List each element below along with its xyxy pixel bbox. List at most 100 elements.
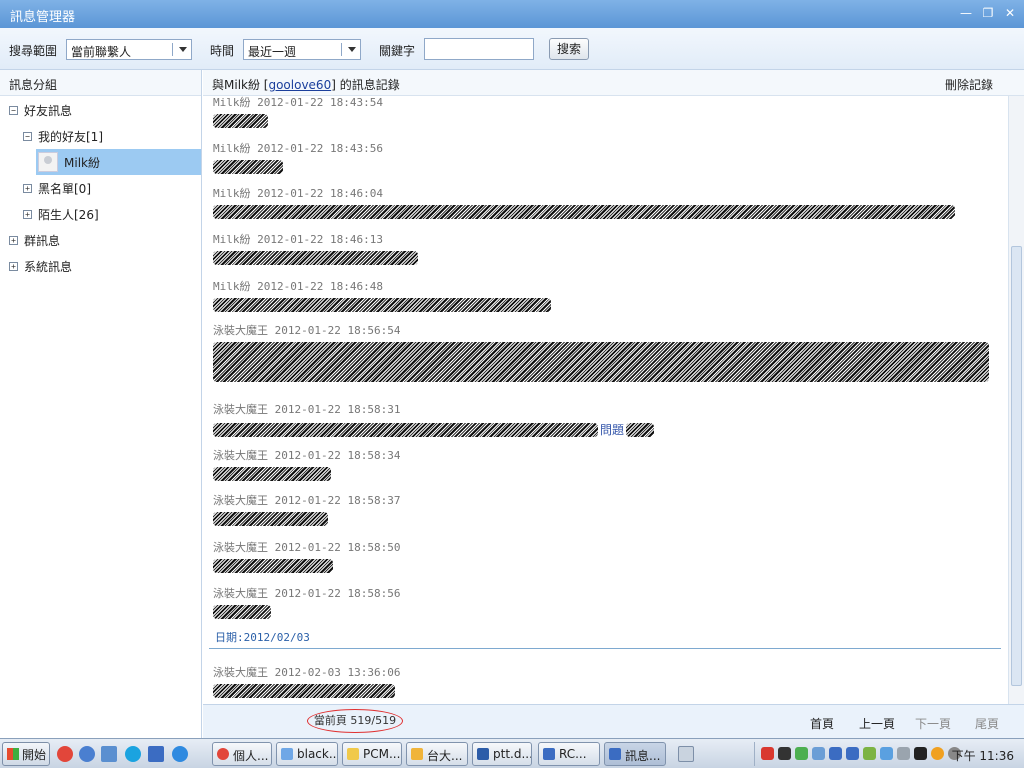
message-item: Milk紛 2012-01-22 18:46:04 [213, 185, 955, 219]
keyboard-icon[interactable] [678, 746, 694, 762]
message-item: 泳裝大魔王 2012-01-22 18:58:50 [213, 539, 400, 573]
tree-label: 好友訊息 [24, 103, 73, 118]
keyword-input[interactable] [424, 38, 534, 60]
redacted-text [213, 605, 271, 619]
delete-record-button[interactable]: 刪除記錄 [945, 76, 993, 93]
message-item: Milk紛 2012-01-22 18:43:54 [213, 96, 383, 128]
restore-icon[interactable]: ❐ [982, 6, 994, 20]
taskbar-item[interactable]: ptt.d... [472, 742, 532, 766]
message-header: 泳裝大魔王 2012-01-22 18:58:56 [213, 587, 401, 600]
prev-page-button[interactable]: 上一頁 [859, 715, 895, 732]
message-item: Milk紛 2012-01-22 18:46:13 [213, 231, 418, 265]
message-item: Milk紛 2012-01-22 18:43:56 [213, 140, 383, 174]
tray-app-icon[interactable] [761, 747, 774, 760]
record-title-prefix: 與Milk紛 [ [212, 78, 269, 92]
contact-id-link[interactable]: goolove60 [268, 78, 331, 92]
chevron-down-icon [179, 47, 187, 52]
chrome-icon[interactable] [57, 746, 73, 762]
tray-app-icon[interactable] [812, 747, 825, 760]
next-page-button[interactable]: 下一頁 [915, 715, 951, 732]
taskbar-item[interactable]: RC... [538, 742, 600, 766]
tray-app-icon[interactable] [914, 747, 927, 760]
expand-icon[interactable]: + [9, 261, 18, 271]
tree-node-strangers[interactable]: + 陌生人[26] [23, 203, 99, 225]
tree-label: 黑名單[0] [38, 181, 91, 196]
tree-node-my-friends[interactable]: − 我的好友[1] [23, 125, 103, 147]
terminal-icon[interactable] [148, 746, 164, 762]
window-controls: — ❐ ✕ [960, 6, 1016, 20]
windows-logo-icon [7, 748, 19, 760]
dropdown-separator [172, 43, 173, 56]
collapse-icon[interactable]: − [9, 105, 18, 115]
taskbar-item-active[interactable]: 訊息... [604, 742, 666, 766]
tree-node-contact[interactable]: Milk紛 [38, 151, 100, 173]
redacted-text [213, 251, 418, 265]
message-header: 泳裝大魔王 2012-01-22 18:56:54 [213, 324, 401, 337]
tray-app-icon[interactable] [829, 747, 842, 760]
tree-label: 系統訊息 [24, 259, 73, 274]
first-page-button[interactable]: 首頁 [810, 715, 834, 732]
vertical-scrollbar[interactable] [1008, 96, 1024, 704]
last-page-button[interactable]: 尾頁 [975, 715, 999, 732]
tree-label: 陌生人[26] [38, 207, 99, 222]
tray-app-icon[interactable] [795, 747, 808, 760]
tray-app-icon[interactable] [880, 747, 893, 760]
system-tray: 下午 11:36 [754, 742, 1022, 766]
media-player-icon[interactable] [79, 746, 95, 762]
message-header: Milk紛 2012-01-22 18:43:56 [213, 142, 383, 155]
app-icon[interactable] [101, 746, 117, 762]
chevron-down-icon [348, 47, 356, 52]
document-icon [477, 748, 489, 760]
message-header: Milk紛 2012-01-22 18:46:04 [213, 187, 383, 200]
tree-node-friends[interactable]: − 好友訊息 [9, 99, 72, 121]
tree-node-blacklist[interactable]: + 黑名單[0] [23, 177, 91, 199]
record-header: 與Milk紛 [goolove60] 的訊息記錄 刪除記錄 [203, 70, 1024, 96]
message-header: 泳裝大魔王 2012-01-22 18:58:34 [213, 449, 401, 462]
tray-app-icon[interactable] [846, 747, 859, 760]
message-item: 泳裝大魔王 2012-01-22 18:58:34 [213, 447, 400, 481]
terminal-icon [609, 748, 621, 760]
scrollbar-thumb[interactable] [1011, 246, 1022, 686]
taskbar-item[interactable]: black... [276, 742, 338, 766]
message-header: 泳裝大魔王 2012-01-22 18:58:31 [213, 403, 401, 416]
scope-dropdown[interactable]: 當前聯繫人 [66, 39, 192, 60]
collapse-icon[interactable]: − [23, 131, 32, 141]
terminal-icon [543, 748, 555, 760]
minimize-icon[interactable]: — [960, 6, 972, 20]
avatar [38, 152, 58, 172]
time-dropdown[interactable]: 最近一週 [243, 39, 361, 60]
folder-icon [347, 748, 359, 760]
message-header: Milk紛 2012-01-22 18:46:13 [213, 233, 383, 246]
search-toolbar: 搜尋範圍 當前聯繫人 時間 最近一週 關鍵字 搜索 [0, 28, 1024, 70]
dropdown-separator [341, 43, 342, 56]
skype-icon[interactable] [125, 746, 141, 762]
start-button[interactable]: 開始 [2, 742, 50, 766]
message-visible-text: 問題 [600, 423, 625, 437]
internet-explorer-icon[interactable] [172, 746, 188, 762]
time-label: 時間 [210, 44, 235, 58]
expand-icon[interactable]: + [23, 209, 32, 219]
tray-app-icon[interactable] [863, 747, 876, 760]
tree-node-groups[interactable]: + 群訊息 [9, 229, 60, 251]
message-record-panel: 與Milk紛 [goolove60] 的訊息記錄 刪除記錄 Milk紛 2012… [203, 70, 1024, 738]
network-icon[interactable] [897, 747, 910, 760]
tree-node-system[interactable]: + 系統訊息 [9, 255, 72, 277]
tray-app-icon[interactable] [931, 747, 944, 760]
current-page-indicator: 當前頁 519/519 [307, 709, 403, 733]
close-icon[interactable]: ✕ [1004, 6, 1016, 20]
expand-icon[interactable]: + [23, 183, 32, 193]
tree-label: Milk紛 [64, 155, 100, 170]
taskbar-item[interactable]: 台大... [406, 742, 468, 766]
record-title-suffix: ] 的訊息記錄 [331, 78, 400, 92]
taskbar-item[interactable]: 個人... [212, 742, 272, 766]
expand-icon[interactable]: + [9, 235, 18, 245]
taskbar-item[interactable]: PCM... [342, 742, 402, 766]
search-button[interactable]: 搜索 [549, 38, 589, 60]
message-item: 泳裝大魔王 2012-01-22 18:58:56 [213, 585, 400, 619]
tray-app-icon[interactable] [778, 747, 791, 760]
group-panel-header: 訊息分組 [0, 70, 201, 96]
redacted-text [213, 684, 395, 698]
window-title: 訊息管理器 [10, 10, 76, 25]
redacted-text [213, 114, 268, 128]
clock: 下午 11:36 [951, 749, 1014, 763]
